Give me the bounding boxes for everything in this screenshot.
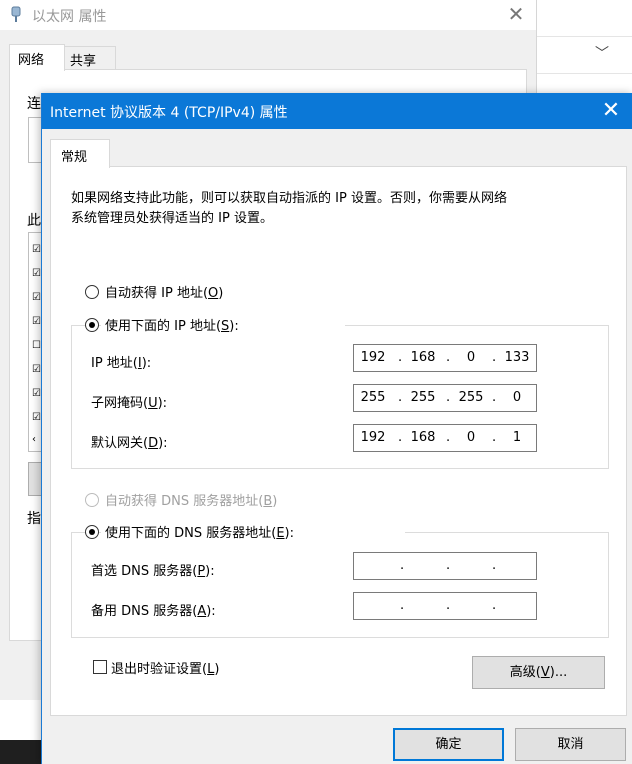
octet-separator: .: [446, 350, 451, 365]
octet-separator: .: [446, 598, 451, 613]
general-tab-panel: 如果网络支持此功能，则可以获取自动指派的 IP 设置。否则，你需要从网络 系统管…: [50, 166, 627, 716]
background-area: [0, 700, 42, 740]
ip-address-label: IP 地址(I):: [91, 356, 152, 371]
explorer-toolbar-fragment: [537, 36, 632, 74]
octet-separator: .: [492, 430, 497, 445]
ip-octet[interactable]: 133: [502, 350, 532, 365]
octet-separator: .: [400, 598, 405, 613]
items-label-fragment: 此: [27, 213, 41, 229]
ip-octet[interactable]: 1: [502, 430, 532, 445]
description-text: 如果网络支持此功能，则可以获取自动指派的 IP 设置。否则，你需要从网络 系统管…: [71, 189, 507, 229]
ip-octet[interactable]: 0: [456, 430, 486, 445]
manual-dns-label[interactable]: 使用下面的 DNS 服务器地址(E):: [101, 522, 405, 541]
close-icon[interactable]: ✕: [598, 98, 624, 124]
tab-network-label: 网络: [18, 53, 45, 68]
alternate-dns-label: 备用 DNS 服务器(A):: [91, 604, 216, 619]
ethernet-properties-title: 以太网 属性: [32, 9, 107, 25]
ip-octet[interactable]: 192: [358, 350, 388, 365]
octet-separator: .: [492, 598, 497, 613]
dialog-title: Internet 协议版本 4 (TCP/IPv4) 属性: [50, 105, 288, 121]
manual-ip-label[interactable]: 使用下面的 IP 地址(S):: [101, 315, 345, 334]
dns-settings-group: [71, 532, 609, 638]
octet-separator: .: [492, 350, 497, 365]
octet-separator: .: [446, 430, 451, 445]
close-icon[interactable]: ✕: [505, 3, 527, 25]
install-button-fragment[interactable]: [28, 462, 41, 496]
auto-ip-label[interactable]: 自动获得 IP 地址(O): [105, 282, 223, 301]
chevron-down-icon[interactable]: ﹀: [590, 43, 614, 65]
octet-separator: .: [398, 350, 403, 365]
ipv4-properties-titlebar: Internet 协议版本 4 (TCP/IPv4) 属性 ✕: [42, 93, 632, 129]
ip-octet[interactable]: 255: [358, 390, 388, 405]
octet-separator: .: [446, 558, 451, 573]
ip-octet[interactable]: 168: [408, 430, 438, 445]
preferred-dns-field[interactable]: . . .: [353, 552, 537, 580]
tab-sharing-label: 共享: [70, 54, 97, 69]
ethernet-properties-titlebar: 以太网 属性 ✕: [0, 0, 536, 30]
tab-general[interactable]: 常规: [50, 139, 110, 168]
ip-address-field[interactable]: 192 . 168 . 0 . 133: [353, 344, 537, 372]
octet-separator: .: [446, 390, 451, 405]
tab-sharing[interactable]: 共享: [64, 46, 116, 71]
network-adapter-icon: [11, 6, 21, 22]
ipv4-properties-dialog: Internet 协议版本 4 (TCP/IPv4) 属性 ✕ 常规 如果网络支…: [41, 93, 632, 764]
octet-separator: .: [398, 390, 403, 405]
tab-general-label: 常规: [61, 150, 88, 165]
ip-octet[interactable]: 192: [358, 430, 388, 445]
ip-octet[interactable]: 255: [456, 390, 486, 405]
validate-on-exit-label[interactable]: 退出时验证设置(L): [111, 658, 219, 677]
connect-using-label-fragment: 连: [27, 96, 41, 112]
validate-on-exit-checkbox[interactable]: [93, 660, 107, 674]
auto-ip-radio[interactable]: [85, 285, 99, 299]
default-gateway-field[interactable]: 192 . 168 . 0 . 1: [353, 424, 537, 452]
default-gateway-label: 默认网关(D):: [91, 436, 168, 451]
description-line-2: 系统管理员处获得适当的 IP 设置。: [71, 211, 273, 226]
alternate-dns-field[interactable]: . . .: [353, 592, 537, 620]
description-line-1: 如果网络支持此功能，则可以获取自动指派的 IP 设置。否则，你需要从网络: [71, 191, 507, 206]
taskbar-fragment: [0, 740, 42, 764]
octet-separator: .: [492, 558, 497, 573]
ip-octet[interactable]: 0: [502, 390, 532, 405]
octet-separator: .: [398, 430, 403, 445]
preferred-dns-label: 首选 DNS 服务器(P):: [91, 564, 215, 579]
subnet-mask-label: 子网掩码(U):: [91, 396, 168, 411]
description-label-fragment: 指: [27, 511, 41, 527]
auto-dns-radio[interactable]: [85, 493, 99, 507]
manual-dns-radio[interactable]: [85, 525, 99, 539]
octet-separator: .: [400, 558, 405, 573]
ip-octet[interactable]: 255: [408, 390, 438, 405]
advanced-button[interactable]: 高级(V)...: [472, 656, 605, 689]
ok-button[interactable]: 确定: [393, 728, 504, 761]
manual-ip-radio[interactable]: [85, 318, 99, 332]
ip-octet[interactable]: 0: [456, 350, 486, 365]
cancel-button[interactable]: 取消: [515, 728, 626, 761]
tab-network[interactable]: 网络: [9, 44, 65, 71]
ip-octet[interactable]: 168: [408, 350, 438, 365]
subnet-mask-field[interactable]: 255 . 255 . 255 . 0: [353, 384, 537, 412]
octet-separator: .: [492, 390, 497, 405]
auto-dns-label[interactable]: 自动获得 DNS 服务器地址(B): [105, 490, 277, 509]
